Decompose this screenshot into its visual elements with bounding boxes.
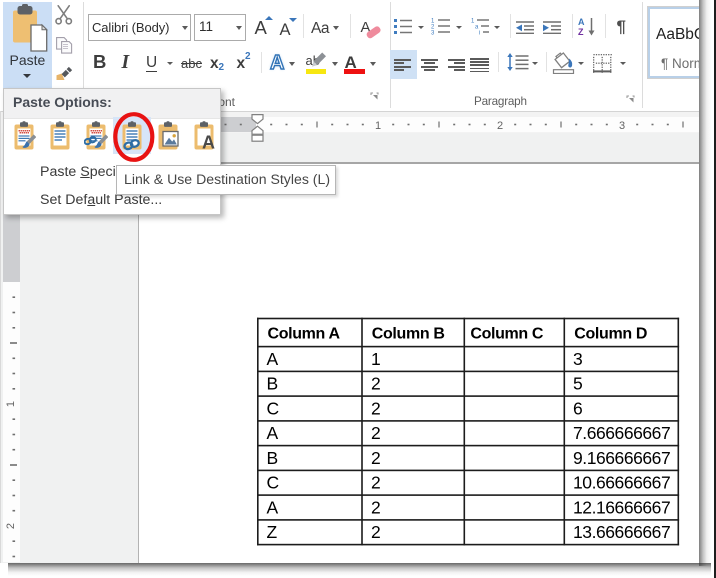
svg-text:C: C [267,473,280,493]
svg-text:A: A [267,349,279,369]
svg-text:10.66666667: 10.66666667 [573,473,670,493]
svg-text:Column A: Column A [268,326,341,343]
svg-text:A: A [202,132,215,152]
svg-text:B: B [267,448,279,468]
svg-text:A: A [578,17,585,27]
svg-text:3: 3 [431,30,435,35]
svg-text:Column C: Column C [470,326,544,343]
svg-text:3: 3 [619,120,625,132]
svg-text:9.166666667: 9.166666667 [573,448,670,468]
svg-text:5: 5 [573,374,582,394]
svg-text:C: C [267,398,280,418]
svg-text:13.66666667: 13.66666667 [573,522,670,542]
svg-text:B: B [267,374,279,394]
svg-text:1: 1 [5,400,17,406]
svg-text:Z: Z [267,522,278,542]
svg-text:2: 2 [371,522,381,542]
svg-text:A: A [267,497,279,517]
svg-text:6: 6 [573,398,582,418]
svg-text:12.16666667: 12.16666667 [573,497,670,517]
svg-text:Column B: Column B [372,326,445,343]
svg-text:2: 2 [371,423,381,443]
svg-text:2: 2 [5,522,17,528]
svg-text:2: 2 [371,448,381,468]
svg-text:2: 2 [497,120,503,132]
svg-text:2: 2 [371,497,381,517]
svg-text:1: 1 [375,120,381,132]
svg-text:2: 2 [371,473,381,493]
svg-text:2: 2 [371,374,381,394]
svg-text:1: 1 [371,349,381,369]
svg-text:A: A [267,423,279,443]
svg-text:Column D: Column D [574,326,647,343]
svg-text:i: i [479,30,480,35]
svg-text:Z: Z [578,27,584,36]
svg-text:7.666666667: 7.666666667 [573,423,670,443]
svg-text:2: 2 [371,398,381,418]
svg-text:3: 3 [573,349,582,369]
